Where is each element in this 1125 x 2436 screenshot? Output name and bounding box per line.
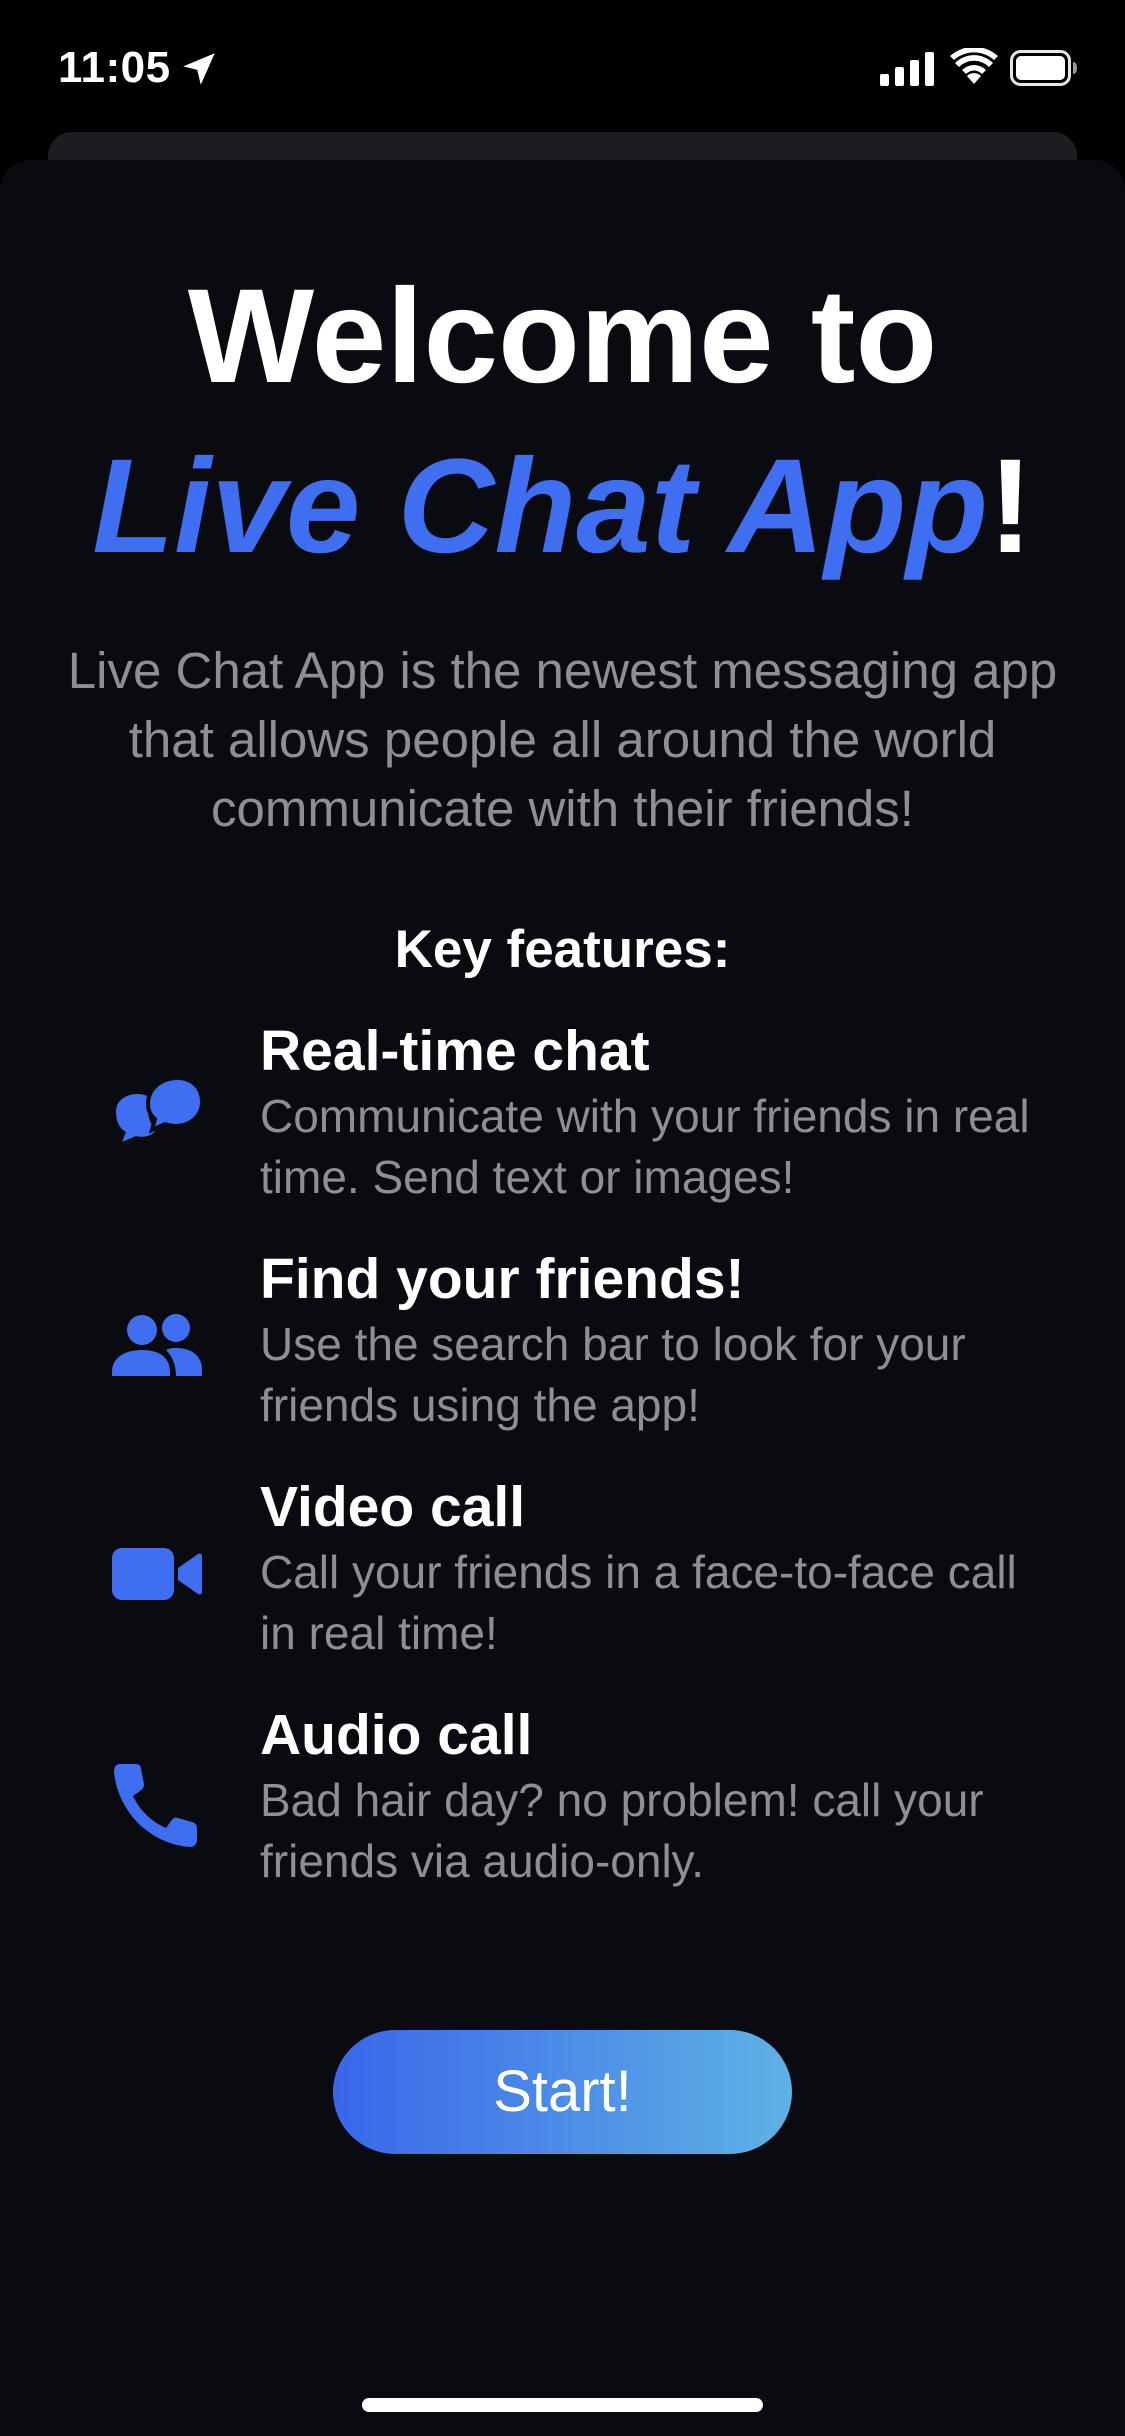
status-bar: 11:05 xyxy=(0,0,1125,135)
feature-description: Use the search bar to look for your frie… xyxy=(260,1318,966,1431)
video-camera-icon xyxy=(112,1548,202,1600)
battery-icon xyxy=(1010,50,1077,86)
status-time: 11:05 xyxy=(58,43,171,92)
feature-video-call: Video call Call your friends in a face-t… xyxy=(0,1472,1125,1682)
location-arrow-icon xyxy=(183,53,215,85)
welcome-title: Welcome to xyxy=(187,262,938,411)
phone-icon xyxy=(114,1764,197,1847)
wifi-icon xyxy=(950,48,998,84)
chat-bubbles-icon xyxy=(116,1075,204,1142)
start-button[interactable]: Start! xyxy=(333,2030,792,2154)
intro-text: Live Chat App is the newest messaging ap… xyxy=(67,642,1058,837)
title-exclamation: ! xyxy=(988,432,1033,581)
welcome-screen: 11:05 Welcome to Live Chat App! Live Cha… xyxy=(0,0,1125,2436)
app-name: Live Chat App xyxy=(92,432,989,581)
feature-title: Real-time chat xyxy=(260,1019,650,1083)
key-features-heading: Key features: xyxy=(394,920,731,979)
feature-description: Bad hair day? no problem! call your frie… xyxy=(260,1774,984,1887)
home-indicator[interactable] xyxy=(362,2398,763,2412)
feature-title: Audio call xyxy=(260,1703,533,1767)
feature-title: Find your friends! xyxy=(260,1247,745,1311)
feature-audio-call: Audio call Bad hair day? no problem! cal… xyxy=(0,1700,1125,1910)
feature-description: Communicate with your friends in real ti… xyxy=(260,1090,1030,1203)
feature-real-time-chat: Real-time chat Communicate with your fri… xyxy=(0,1016,1125,1226)
feature-description: Call your friends in a face-to-face call… xyxy=(260,1546,1017,1659)
cellular-signal-icon xyxy=(880,52,934,86)
app-name-title: Live Chat App! xyxy=(0,432,1125,582)
feature-title: Video call xyxy=(260,1475,526,1539)
feature-find-friends: Find your friends! Use the search bar to… xyxy=(0,1244,1125,1454)
people-icon xyxy=(112,1314,202,1376)
